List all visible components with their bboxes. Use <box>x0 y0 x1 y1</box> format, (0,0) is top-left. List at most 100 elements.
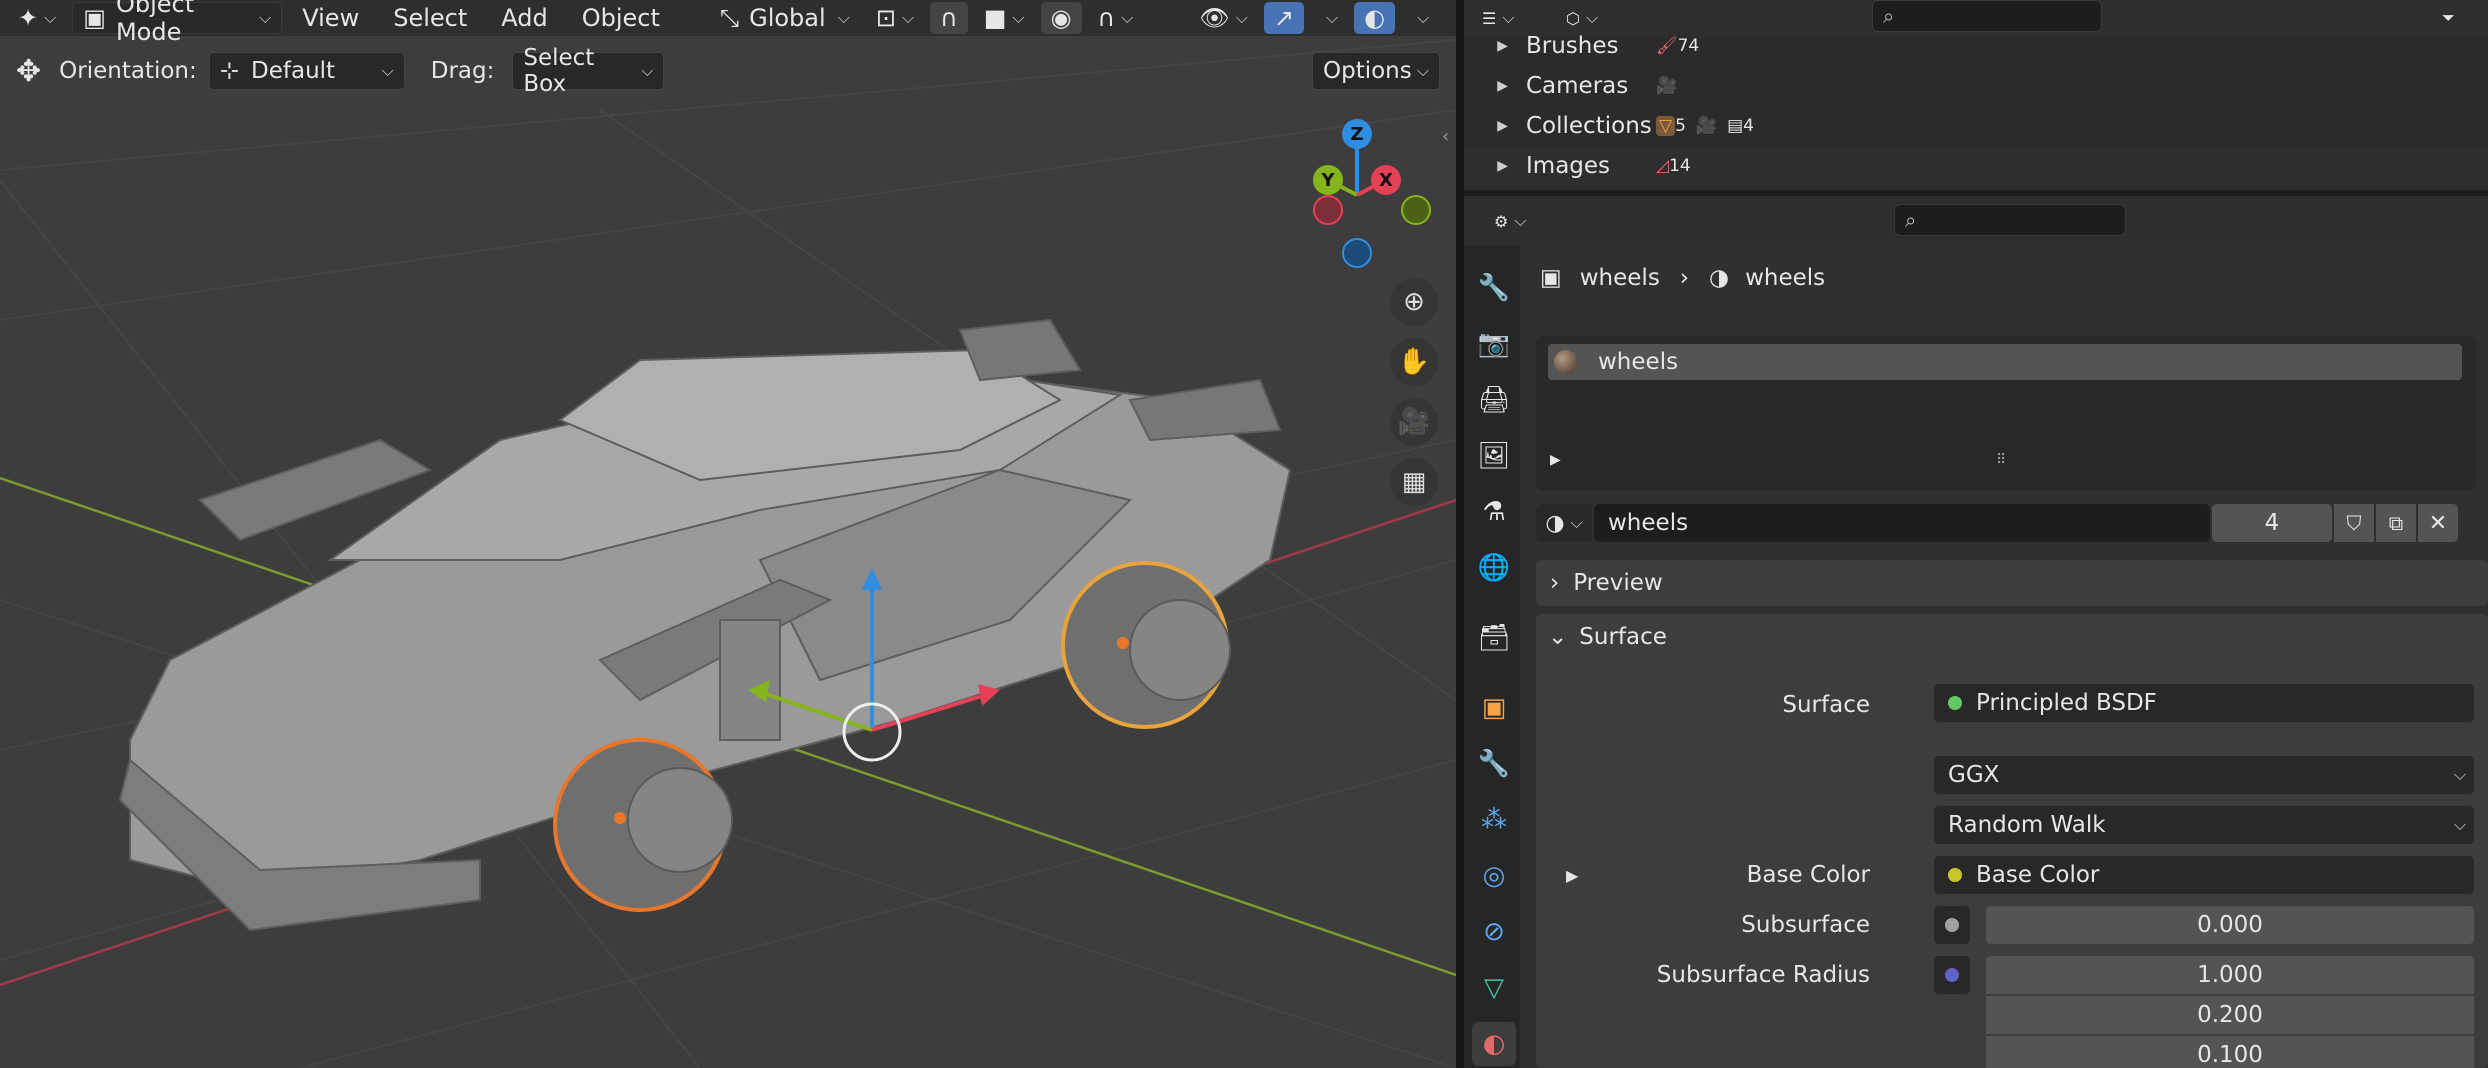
transform-orientation-selector[interactable]: ⤡ Global ⌵ <box>710 2 860 34</box>
options-dropdown[interactable]: Options ⌵ <box>1312 52 1440 90</box>
pivot-point-button[interactable]: ⊡ ⌵ <box>866 2 924 34</box>
pan-hand-icon[interactable]: ✋ <box>1390 338 1438 386</box>
surface-label: Surface <box>1782 692 1870 718</box>
menu-view[interactable]: View <box>288 2 373 34</box>
properties-editor-type[interactable]: ⚙ ⌵ <box>1484 205 1536 237</box>
resize-handle-icon[interactable]: ⠿ <box>1996 452 2006 468</box>
snap-target-button[interactable]: ■ ⌵ <box>974 2 1035 34</box>
camera-object-icon: 🎥 <box>1695 116 1718 136</box>
editor-type-button[interactable]: ✦ ⌵ <box>8 2 66 34</box>
preview-label: Preview <box>1573 570 1663 596</box>
gizmo-neg-x[interactable] <box>1313 195 1343 225</box>
collection-badge: ▽ 5 <box>1656 116 1686 136</box>
tool-tab-icon[interactable]: 🔧 <box>1472 266 1516 310</box>
proportional-edit-toggle[interactable]: ◉ <box>1040 2 1082 34</box>
gizmo-x-axis[interactable]: X <box>1371 165 1401 195</box>
mode-selector[interactable]: ▣ Object Mode ⌵ <box>72 0 283 46</box>
material-browse-button[interactable]: ◑ ⌵ <box>1536 504 1592 542</box>
gizmo-y-axis[interactable]: Y <box>1313 165 1343 195</box>
gizmo-neg-y[interactable] <box>1401 195 1431 225</box>
expand-arrow-icon[interactable]: ▶ <box>1464 118 1526 134</box>
gizmo-z-axis[interactable]: Z <box>1342 119 1372 149</box>
particles-tab-icon[interactable]: ⁂ <box>1472 798 1516 842</box>
orientation-dropdown[interactable]: ⊹ Default ⌵ <box>208 52 405 90</box>
surface-panel-header[interactable]: ⌄ Surface <box>1536 614 2488 660</box>
subsurface-radius-z[interactable]: 0.100 <box>1986 1036 2474 1068</box>
outliner-row-brushes[interactable]: ▶ Brushes 🖌 74 <box>1464 26 2488 66</box>
subsurface-radius-y[interactable]: 0.200 <box>1986 996 2474 1034</box>
image-icon: ◿ <box>1656 156 1670 176</box>
chevron-right-icon: › <box>1679 265 1689 291</box>
overlays-options[interactable]: ⌵ <box>1401 2 1439 34</box>
preview-panel-header[interactable]: › Preview <box>1536 560 2488 606</box>
snap-square-icon: ■ <box>983 4 1007 32</box>
object-mode-icon: ▣ <box>83 4 106 32</box>
falloff-button[interactable]: ∩ ⌵ <box>1088 2 1144 34</box>
display-mode-icon: ⬡ <box>1566 8 1580 28</box>
subsurface-radius-x[interactable]: 1.000 <box>1986 956 2474 994</box>
area-divider[interactable] <box>1456 0 1464 1068</box>
base-color-value: Base Color <box>1976 862 2100 888</box>
duplicate-icon[interactable]: ⧉ <box>2376 504 2416 542</box>
material-name-field[interactable]: wheels <box>1594 504 2210 542</box>
menu-add[interactable]: Add <box>487 2 561 34</box>
base-color-field[interactable]: Base Color <box>1934 856 2474 894</box>
sidebar-toggle-arrow-icon[interactable]: ‹ <box>1442 126 1449 147</box>
drag-dropdown[interactable]: Select Box ⌵ <box>512 45 665 97</box>
expand-arrow-icon[interactable]: ▶ <box>1464 78 1526 94</box>
gizmo-options[interactable]: ⌵ <box>1310 2 1348 34</box>
subsurface-method-dropdown[interactable]: Random Walk ⌵ <box>1934 806 2474 844</box>
subsurface-value-field[interactable]: 0.000 <box>1986 906 2474 944</box>
subsurface-radius-label: Subsurface Radius <box>1656 962 1870 988</box>
proportional-icon: ◉ <box>1050 4 1072 32</box>
subsurface-socket[interactable] <box>1934 906 1970 944</box>
camera-view-icon[interactable]: 🎥 <box>1390 398 1438 446</box>
transform-orientation-label: Global <box>749 4 826 32</box>
camera-data-icon: 🎥 <box>1656 76 1678 96</box>
fake-user-shield-icon[interactable]: ⛉ <box>2334 504 2374 542</box>
object-icon: ▣ <box>1540 265 1562 291</box>
material-tab-icon[interactable]: ◐ <box>1472 1022 1516 1066</box>
world-tab-icon[interactable]: 🌐 <box>1472 546 1516 590</box>
users-count[interactable]: 4 <box>2212 504 2332 542</box>
search-icon: ⌕ <box>1905 208 1917 232</box>
scene-tab-icon[interactable]: ⚗ <box>1472 490 1516 534</box>
gizmo-neg-z[interactable] <box>1342 238 1372 268</box>
properties-search-input[interactable]: ⌕ <box>1894 204 2126 236</box>
material-slot-row[interactable]: wheels <box>1548 344 2462 380</box>
modifier-tab-icon[interactable]: 🔧 <box>1472 742 1516 786</box>
chevron-down-icon: ⌵ <box>1417 8 1430 27</box>
move-tool-icon: ✥ <box>16 53 42 89</box>
menu-object[interactable]: Object <box>568 2 674 34</box>
expand-arrow-icon[interactable]: ▶ <box>1464 38 1526 54</box>
render-tab-icon[interactable]: 📷 <box>1472 322 1516 366</box>
distribution-dropdown[interactable]: GGX ⌵ <box>1934 756 2474 794</box>
subsurface-label: Subsurface <box>1741 912 1870 938</box>
navigation-gizmo[interactable]: Z Y X <box>1290 110 1440 280</box>
outliner-row-cameras[interactable]: ▶ Cameras 🎥 <box>1464 66 2488 106</box>
subsurface-radius-socket[interactable] <box>1934 956 1970 994</box>
visibility-button[interactable]: 👁 ⌵ <box>1189 2 1258 34</box>
outliner-row-label: Collections <box>1526 113 1652 139</box>
3d-viewport[interactable]: ✦ ⌵ ▣ Object Mode ⌵ View Select Add Objec… <box>0 0 1456 1068</box>
menu-select[interactable]: Select <box>379 2 481 34</box>
material-preview-icon <box>1554 350 1578 374</box>
zoom-icon[interactable]: ⊕ <box>1390 278 1438 326</box>
gizmo-toggle[interactable]: ↗ <box>1263 2 1304 34</box>
output-tab-icon[interactable]: 🖨 <box>1472 378 1516 422</box>
unlink-close-icon[interactable]: ✕ <box>2418 504 2458 542</box>
properties-tabs: 🔧 📷 🖨 🖼 ⚗ 🌐 🗃 ▣ 🔧 ⁂ ◎ ⊘ ▽ ◐ <box>1464 246 1520 1068</box>
snap-toggle[interactable]: ∩ <box>930 2 968 34</box>
surface-panel-label: Surface <box>1579 624 1667 650</box>
surface-shader-field[interactable]: Principled BSDF <box>1934 684 2474 722</box>
expand-arrow-icon[interactable]: ▶ <box>1550 452 1561 468</box>
outliner-row-collections[interactable]: ▶ Collections ▽ 5 🎥 ▤ 4 <box>1464 106 2488 146</box>
collection-tab-icon[interactable]: 🗃 <box>1472 616 1516 660</box>
view-layer-tab-icon[interactable]: 🖼 <box>1472 434 1516 478</box>
ortho-grid-icon[interactable]: ▦ <box>1390 458 1438 506</box>
outliner-row-images[interactable]: ▶ Images ◿ 14 <box>1464 146 2488 186</box>
overlays-toggle[interactable]: ◐ <box>1354 2 1396 34</box>
breadcrumb-material: wheels <box>1745 265 1826 291</box>
expand-arrow-icon[interactable]: ▶ <box>1464 158 1526 174</box>
orientation-label: Orientation: <box>59 58 197 84</box>
